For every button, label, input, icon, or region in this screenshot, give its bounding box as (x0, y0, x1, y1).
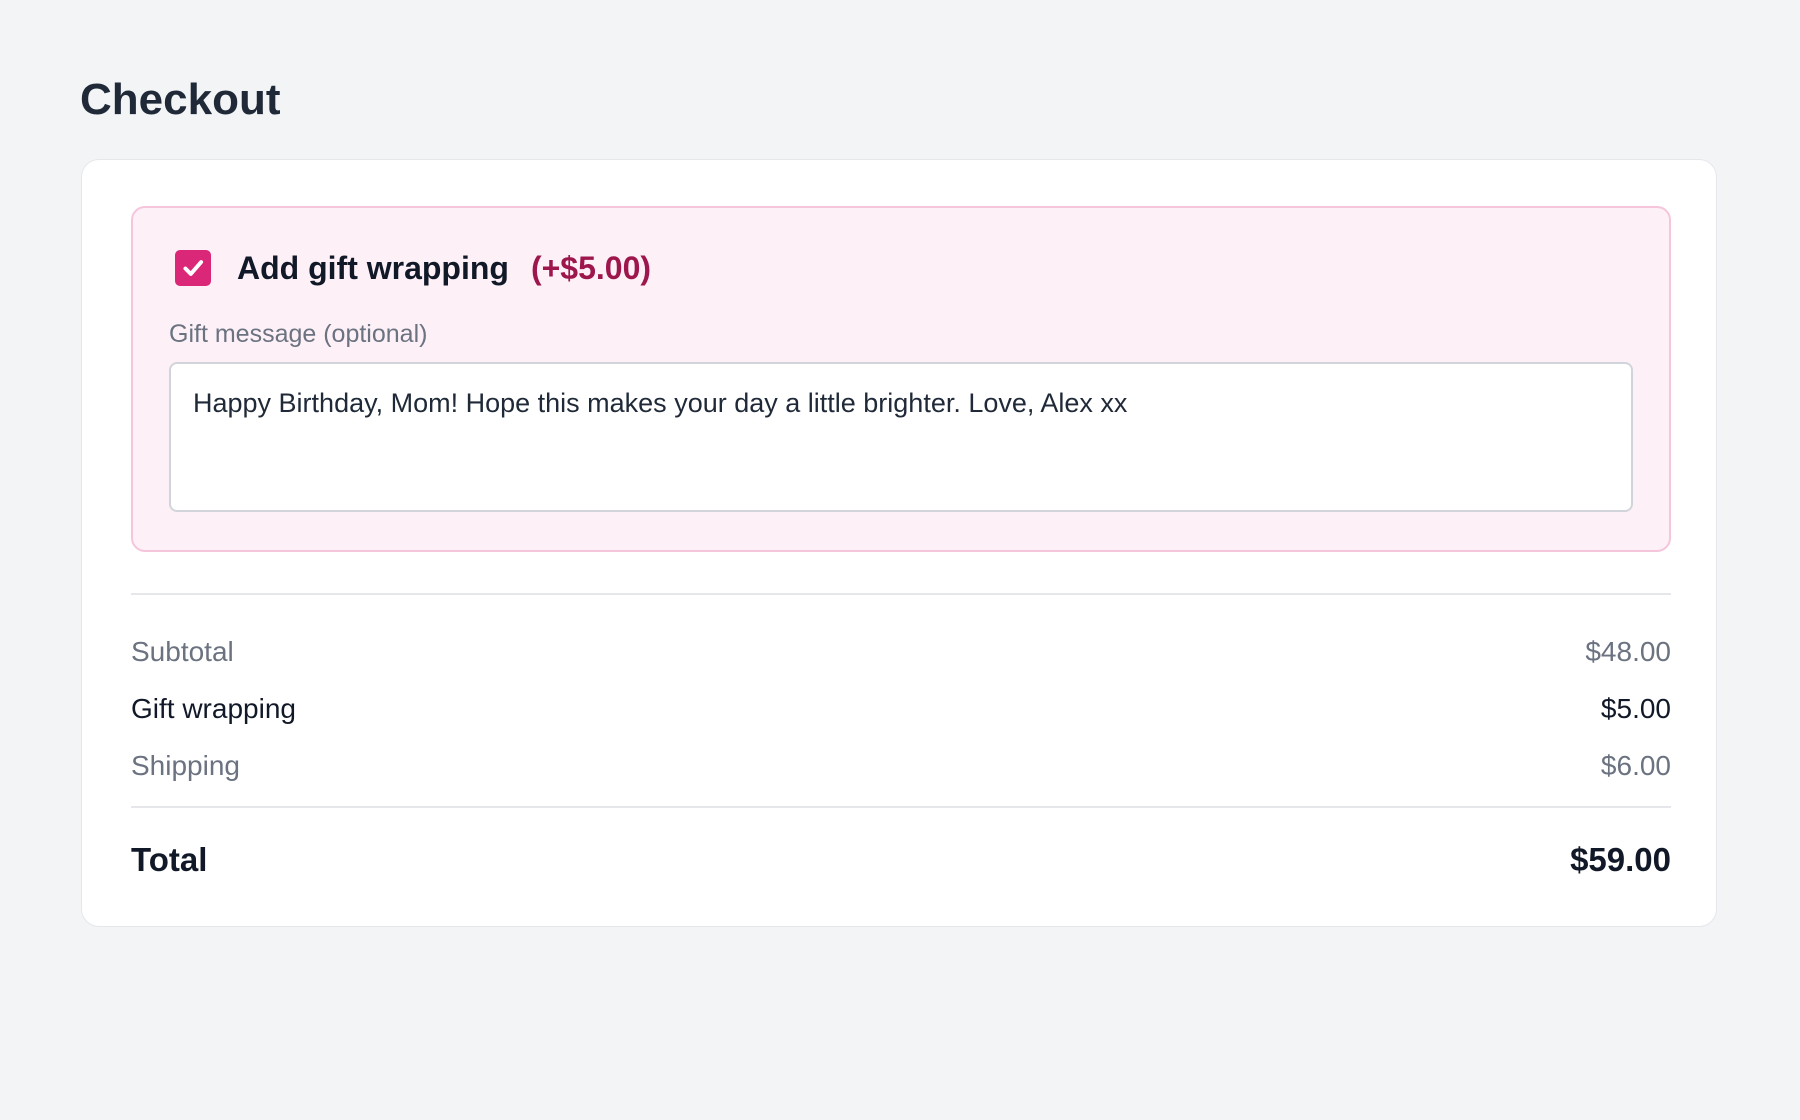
gift-wrap-label: Add gift wrapping (237, 249, 509, 286)
gift-wrap-checkbox[interactable] (175, 250, 211, 286)
total-label: Total (131, 841, 208, 878)
shipping-row: Shipping $6.00 (131, 746, 1671, 786)
subtotal-value: $48.00 (1585, 636, 1671, 667)
gift-message-label: Gift message (optional) (169, 320, 428, 348)
total-value: $59.00 (1570, 841, 1671, 878)
subtotal-row: Subtotal $48.00 (131, 632, 1671, 672)
summary-divider-top (131, 593, 1671, 595)
subtotal-label: Subtotal (131, 636, 234, 667)
shipping-value: $6.00 (1600, 750, 1671, 781)
gift-wrap-price: (+$5.00) (530, 249, 652, 286)
page-title: Checkout (80, 75, 281, 124)
checkmark-icon (183, 260, 204, 276)
shipping-label: Shipping (131, 750, 240, 781)
gift-wrapping-row: Gift wrapping $5.00 (131, 689, 1671, 729)
gift-wrapping-label: Gift wrapping (131, 693, 296, 724)
gift-wrap-option[interactable]: Add gift wrapping (+$5.00) (175, 246, 651, 290)
gift-wrap-panel: Add gift wrapping (+$5.00) Gift message … (131, 206, 1671, 552)
gift-wrapping-value: $5.00 (1600, 693, 1671, 724)
gift-message-input[interactable] (169, 362, 1633, 512)
checkout-card: Add gift wrapping (+$5.00) Gift message … (81, 159, 1717, 927)
checkout-page: Checkout Add gift wrapping (+$5.00) Gift… (0, 0, 1800, 1120)
summary-divider-total (131, 806, 1671, 808)
total-row: Total $59.00 (131, 835, 1671, 885)
